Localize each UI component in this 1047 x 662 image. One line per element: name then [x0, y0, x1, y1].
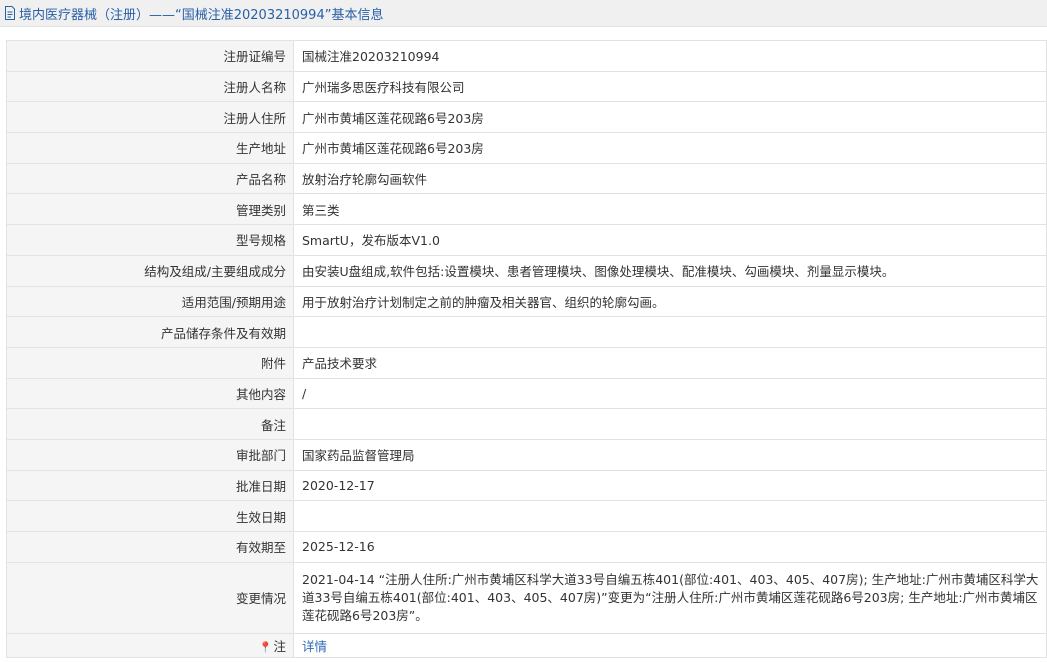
row-registration-number: 注册证编号 国械注准20203210994 [6, 40, 1047, 72]
field-label: 产品名称 [6, 162, 294, 195]
note-value-cell: 详情 [293, 632, 1047, 658]
field-label: 审批部门 [6, 438, 294, 471]
page-header: 境内医疗器械（注册）——“国械注准20203210994”基本信息 [0, 0, 1047, 27]
field-label: 型号规格 [6, 224, 294, 256]
field-value: SmartU，发布版本V1.0 [293, 224, 1047, 256]
field-label: 注册证编号 [6, 40, 294, 72]
row-note: 📍注 详情 [6, 632, 1047, 658]
row-model-spec: 型号规格 SmartU，发布版本V1.0 [6, 224, 1047, 256]
row-valid-until: 有效期至 2025-12-16 [6, 531, 1047, 563]
field-label: 注册人住所 [6, 101, 294, 134]
field-value [293, 500, 1047, 532]
pin-icon: 📍 [258, 640, 273, 654]
note-label-cell: 📍注 [6, 632, 294, 658]
row-effective-date: 生效日期 [6, 500, 1047, 532]
field-label: 备注 [6, 408, 294, 440]
row-approval-date: 批准日期 2020-12-17 [6, 469, 1047, 502]
row-registrant-address: 注册人住所 广州市黄埔区莲花砚路6号203房 [6, 101, 1047, 134]
field-value: 广州市黄埔区莲花砚路6号203房 [293, 101, 1047, 134]
field-value: 放射治疗轮廓勾画软件 [293, 162, 1047, 195]
row-product-name: 产品名称 放射治疗轮廓勾画软件 [6, 162, 1047, 195]
field-label: 批准日期 [6, 469, 294, 502]
field-label: 生产地址 [6, 132, 294, 164]
row-other-content: 其他内容 / [6, 377, 1047, 410]
field-label: 产品储存条件及有效期 [6, 316, 294, 348]
page-title: 境内医疗器械（注册）——“国械注准20203210994”基本信息 [19, 7, 384, 23]
field-value: 2021-04-14 “注册人住所:广州市黄埔区科学大道33号自编五栋401(部… [293, 561, 1047, 634]
details-link[interactable]: 详情 [302, 639, 327, 654]
row-remarks: 备注 [6, 408, 1047, 440]
field-label: 结构及组成/主要组成成分 [6, 254, 294, 287]
field-label: 适用范围/预期用途 [6, 285, 294, 318]
field-label: 注册人名称 [6, 70, 294, 103]
detail-table: 注册证编号 国械注准20203210994 注册人名称 广州瑞多思医疗科技有限公… [6, 40, 1047, 658]
field-value: 由安装U盘组成,软件包括:设置模块、患者管理模块、图像处理模块、配准模块、勾画模… [293, 254, 1047, 287]
document-icon [5, 6, 15, 20]
field-value: 国械注准20203210994 [293, 40, 1047, 72]
field-value: 广州瑞多思医疗科技有限公司 [293, 70, 1047, 103]
row-structure-composition: 结构及组成/主要组成成分 由安装U盘组成,软件包括:设置模块、患者管理模块、图像… [6, 254, 1047, 287]
field-value: 2020-12-17 [293, 469, 1047, 502]
row-registrant-name: 注册人名称 广州瑞多思医疗科技有限公司 [6, 70, 1047, 103]
field-label: 其他内容 [6, 377, 294, 410]
field-value: 广州市黄埔区莲花砚路6号203房 [293, 132, 1047, 164]
field-label: 有效期至 [6, 531, 294, 563]
field-value: 用于放射治疗计划制定之前的肿瘤及相关器官、组织的轮廓勾画。 [293, 285, 1047, 318]
row-management-category: 管理类别 第三类 [6, 193, 1047, 226]
field-label: 附件 [6, 346, 294, 379]
row-intended-use: 适用范围/预期用途 用于放射治疗计划制定之前的肿瘤及相关器官、组织的轮廓勾画。 [6, 285, 1047, 318]
field-value: / [293, 377, 1047, 410]
row-storage-conditions: 产品储存条件及有效期 [6, 316, 1047, 348]
row-production-address: 生产地址 广州市黄埔区莲花砚路6号203房 [6, 132, 1047, 164]
field-value [293, 408, 1047, 440]
field-value: 产品技术要求 [293, 346, 1047, 379]
field-value [293, 316, 1047, 348]
row-attachment: 附件 产品技术要求 [6, 346, 1047, 379]
field-label: 管理类别 [6, 193, 294, 226]
field-label: 变更情况 [6, 561, 294, 634]
note-label: 注 [273, 638, 286, 654]
field-value: 国家药品监督管理局 [293, 438, 1047, 471]
field-label: 生效日期 [6, 500, 294, 532]
field-value: 第三类 [293, 193, 1047, 226]
row-change-history: 变更情况 2021-04-14 “注册人住所:广州市黄埔区科学大道33号自编五栋… [6, 561, 1047, 634]
field-value: 2025-12-16 [293, 531, 1047, 563]
row-approval-department: 审批部门 国家药品监督管理局 [6, 438, 1047, 471]
